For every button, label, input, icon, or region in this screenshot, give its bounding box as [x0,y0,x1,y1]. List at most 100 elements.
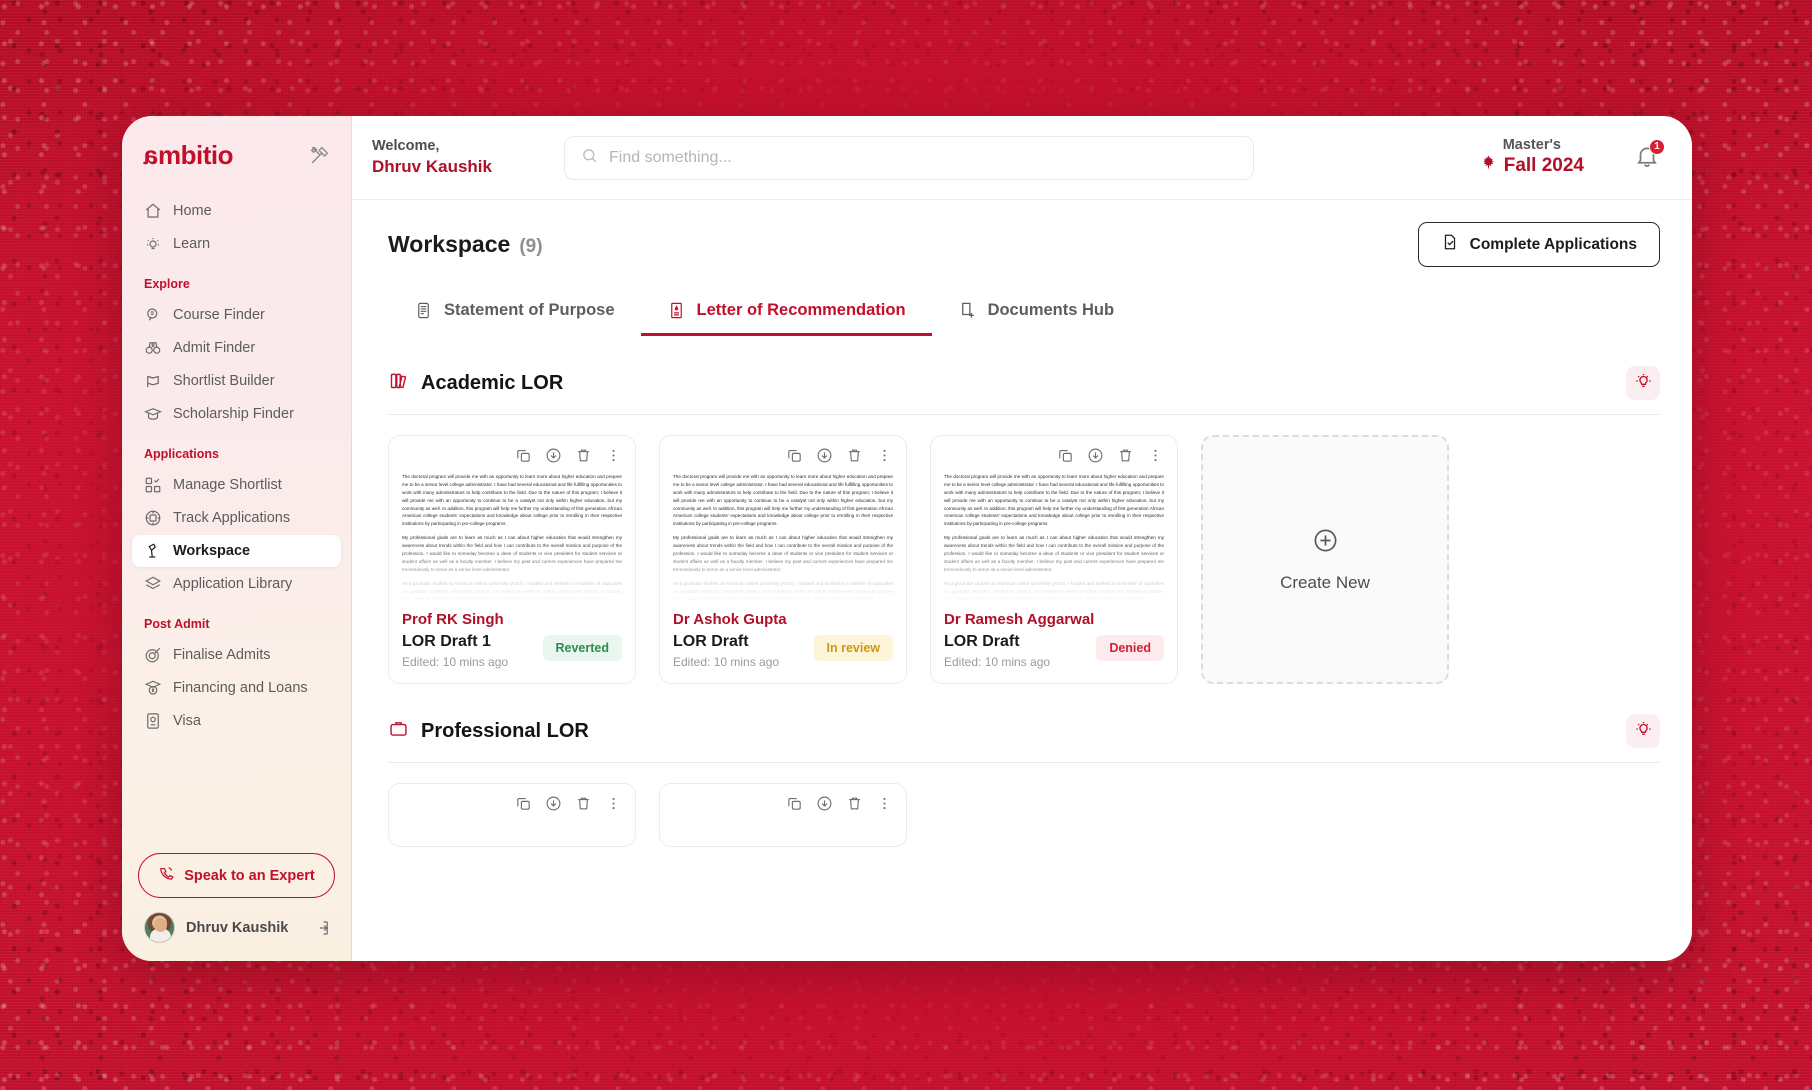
money-cap-icon [144,679,162,697]
layers-icon [144,575,162,593]
sidebar-item-manage-shortlist[interactable]: Manage Shortlist [132,469,341,501]
profile-name: Dhruv Kaushik [186,919,289,936]
section-academic-lor: Academic LOR The doctoral program will p… [388,366,1660,684]
sidebar-item-learn[interactable]: Learn [132,228,341,260]
card-preview: The doctoral program will provide me wit… [673,473,893,603]
notification-count-badge: 1 [1649,138,1665,155]
sidebar-item-course-finder[interactable]: Course Finder [132,299,341,331]
sidebar-item-scholarship-finder[interactable]: Scholarship Finder [132,398,341,430]
download-icon[interactable] [816,447,833,464]
card-draft-title: LOR Draft 1 [402,633,491,650]
tab-statement-of-purpose[interactable]: Statement of Purpose [388,291,641,336]
sidebar-item-financing-and-loans[interactable]: Financing and Loans [132,672,341,704]
section-header: Professional LOR [388,714,1660,763]
sidebar-item-admit-finder[interactable]: Admit Finder [132,332,341,364]
ai-suggestions-button[interactable] [1626,366,1660,400]
sidebar-item-track-applications[interactable]: Track Applications [132,502,341,534]
copy-icon[interactable] [515,795,532,812]
speak-to-an-expert-button[interactable]: Speak to an Expert [138,853,335,898]
avatar [144,912,175,943]
delete-icon[interactable] [575,795,592,812]
download-icon[interactable] [545,795,562,812]
document-check-icon [1441,233,1459,256]
complete-applications-button[interactable]: Complete Applications [1417,222,1660,267]
search-box[interactable] [564,135,1254,180]
lor-card[interactable]: The doctoral program will provide me wit… [659,435,907,684]
search-icon [581,147,598,169]
preview-paragraph-1: The doctoral program will provide me wit… [402,474,622,527]
passport-icon [144,712,162,730]
copy-icon[interactable] [786,447,803,464]
sidebar-item-workspace[interactable]: Workspace [132,535,341,567]
lor-card[interactable]: The doctoral program will provide me wit… [388,435,636,684]
delete-icon[interactable] [575,447,592,464]
sidebar-footer: Speak to an Expert Dhruv Kaushik [122,853,351,961]
card-toolbar [673,795,893,812]
section-header: Academic LOR [388,366,1660,415]
preview-paragraph-3: As a graduate student at American online… [944,580,1164,602]
lightbulb-icon [1634,720,1653,742]
copy-icon[interactable] [786,795,803,812]
delete-icon[interactable] [846,795,863,812]
lor-card[interactable]: The doctoral program will provide me wit… [930,435,1178,684]
card-author: Dr Ashok Gupta [673,611,787,628]
sidebar-item-shortlist-builder[interactable]: Shortlist Builder [132,365,341,397]
download-icon[interactable] [816,795,833,812]
tab-label: Statement of Purpose [444,301,615,319]
sidebar-item-visa[interactable]: Visa [132,705,341,737]
status-badge: Denied [1096,635,1164,661]
bell-icon [1634,147,1660,173]
download-icon[interactable] [545,447,562,464]
sidebar-item-label: Workspace [173,543,251,559]
search-input[interactable] [609,148,1237,167]
sidebar-profile[interactable]: Dhruv Kaushik [138,898,335,943]
sidebar-item-finalise-admits[interactable]: Finalise Admits [132,639,341,671]
delete-icon[interactable] [1117,447,1134,464]
notifications-button[interactable]: 1 [1634,138,1665,173]
tab-letter-of-recommendation[interactable]: Letter of Recommendation [640,291,932,336]
certificate-icon [667,301,686,320]
brand-row: ambitio [122,140,351,170]
card-toolbar [673,447,893,464]
more-options-icon[interactable] [605,795,622,812]
download-icon[interactable] [1087,447,1104,464]
create-new-label: Create New [1280,572,1370,592]
grid-check-icon [144,476,162,494]
lor-card[interactable] [388,783,636,847]
sidebar-item-application-library[interactable]: Application Library [132,568,341,600]
copy-icon[interactable] [515,447,532,464]
copy-icon[interactable] [1057,447,1074,464]
flags-icon [144,372,162,390]
lor-card[interactable] [659,783,907,847]
desk-lamp-icon [144,542,162,560]
more-options-icon[interactable] [605,447,622,464]
card-edited-time: Edited: 10 mins ago [402,655,509,669]
sidebar-item-home[interactable]: Home [132,195,341,227]
card-footer: LOR Draft Edited: 10 mins ago Denied [944,633,1164,669]
delete-icon[interactable] [846,447,863,464]
term-selector[interactable]: Master's Fall 2024 [1480,137,1584,178]
search-wrapper [564,135,1254,180]
ai-suggestions-button[interactable] [1626,714,1660,748]
create-new-card[interactable]: Create New [1201,435,1449,684]
sidebar-item-label: Manage Shortlist [173,477,282,493]
more-options-icon[interactable] [876,447,893,464]
sidebar-item-label: Finalise Admits [173,647,271,663]
preview-paragraph-3: As a graduate student at American online… [673,580,893,602]
professional-lor-cards [388,783,1660,847]
preview-paragraph-1: The doctoral program will provide me wit… [944,474,1164,527]
more-options-icon[interactable] [1147,447,1164,464]
academic-lor-cards: The doctoral program will provide me wit… [388,435,1660,684]
tab-documents-hub[interactable]: Documents Hub [932,291,1141,336]
tab-label: Letter of Recommendation [696,301,906,319]
card-toolbar [402,795,622,812]
target-doc-icon [144,509,162,527]
page-header: Workspace (9) Complete Applications [388,222,1660,267]
brand-logo[interactable]: ambitio [144,140,233,170]
magnifier-book-icon [144,306,162,324]
more-options-icon[interactable] [876,795,893,812]
briefcase-icon [388,718,409,745]
logout-icon[interactable] [313,919,331,937]
wrench-screwdriver-icon[interactable] [309,144,331,166]
graduation-cap-icon [144,405,162,423]
